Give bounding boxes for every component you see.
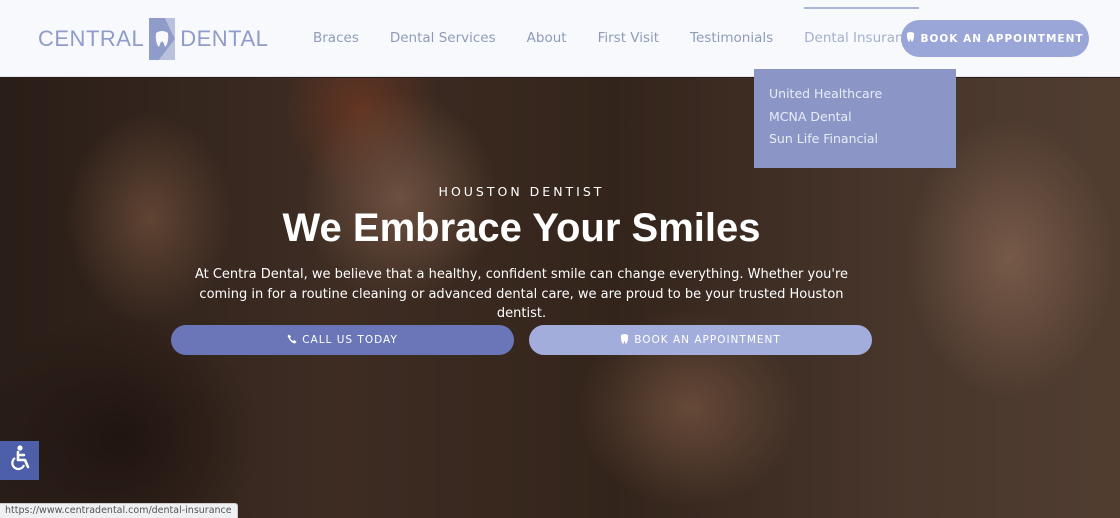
logo[interactable]: CENTRAL DENTAL (38, 18, 268, 60)
book-appointment-hero-button[interactable]: BOOK AN APPOINTMENT (529, 325, 872, 355)
dropdown-item-mcna-dental[interactable]: MCNA Dental (769, 109, 956, 132)
book-appointment-header-label: BOOK AN APPOINTMENT (920, 32, 1084, 45)
hero-subtext: At Centra Dental, we believe that a heal… (194, 267, 849, 321)
nav-testimonials[interactable]: Testimonials (690, 30, 773, 46)
accessibility-button[interactable] (0, 441, 39, 480)
main-nav: Braces Dental Services About First Visit… (313, 7, 950, 46)
nav-first-visit[interactable]: First Visit (598, 30, 659, 46)
tooth-logo-icon (149, 18, 176, 60)
logo-text-right: DENTAL (180, 26, 269, 51)
site-header: CENTRAL DENTAL Braces Dental Services Ab… (0, 0, 1120, 77)
wheelchair-icon (8, 444, 32, 477)
call-us-button[interactable]: CALL US TODAY (171, 325, 514, 355)
dropdown-item-sun-life-financial[interactable]: Sun Life Financial (769, 131, 956, 154)
book-appointment-header-button[interactable]: BOOK AN APPOINTMENT (901, 20, 1089, 57)
hero-eyebrow: HOUSTON DENTIST (438, 184, 605, 199)
logo-text-left: CENTRAL (38, 26, 145, 51)
book-appointment-hero-label: BOOK AN APPOINTMENT (634, 334, 781, 346)
nav-about[interactable]: About (527, 30, 567, 46)
tooth-icon (620, 333, 629, 347)
phone-icon (287, 334, 297, 347)
status-bar-url: https://www.centradental.com/dental-insu… (0, 503, 238, 518)
call-us-label: CALL US TODAY (302, 334, 398, 346)
hero-headline: We Embrace Your Smiles (282, 206, 761, 250)
dropdown-item-united-healthcare[interactable]: United Healthcare (769, 86, 956, 109)
tooth-icon (906, 32, 915, 45)
dental-insurance-dropdown: United Healthcare MCNA Dental Sun Life F… (754, 69, 956, 168)
nav-braces[interactable]: Braces (313, 30, 359, 46)
nav-dental-services[interactable]: Dental Services (390, 30, 496, 46)
